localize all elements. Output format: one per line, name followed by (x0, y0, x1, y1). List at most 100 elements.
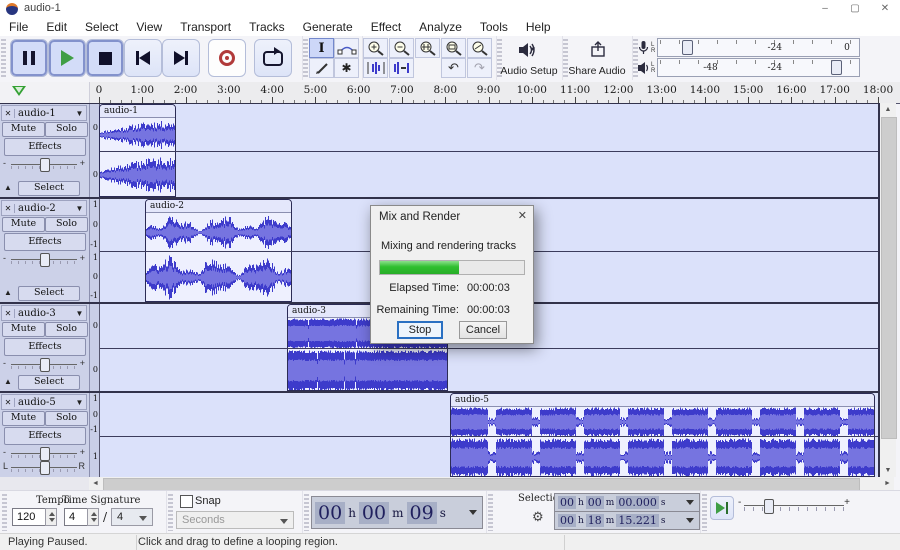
play-at-speed-button[interactable] (710, 496, 734, 520)
solo-button[interactable]: Solo (45, 411, 88, 426)
mute-button[interactable]: Mute (2, 322, 45, 337)
playback-volume-slider[interactable] (831, 60, 842, 75)
track-name-label[interactable]: audio-1 (15, 108, 73, 119)
gain-slider[interactable]: - + (3, 358, 85, 371)
time-digit-group[interactable]: 09 (407, 502, 437, 524)
track-audio-1[interactable]: ✕ audio-1 ▼ Mute Solo Effects - + ▲ Sele… (0, 104, 878, 197)
timesig-upper-input[interactable]: 4 (64, 508, 88, 526)
playback-meter-bar[interactable]: -48 -24 (657, 58, 860, 77)
effects-button[interactable]: Effects (4, 138, 86, 156)
track-menu-icon[interactable]: ▼ (73, 309, 86, 318)
track-name-label[interactable]: audio-2 (15, 203, 73, 214)
effects-button[interactable]: Effects (4, 233, 86, 251)
time-format-caret-icon[interactable] (469, 510, 477, 515)
vertical-scroll-thumb[interactable] (881, 117, 897, 439)
share-audio-section[interactable]: Share Audio (562, 36, 633, 80)
loop-button[interactable] (254, 39, 292, 77)
track-menu-icon[interactable]: ▼ (73, 204, 86, 213)
skip-to-start-button[interactable] (124, 39, 162, 77)
dialog-close-icon[interactable]: ✕ (518, 209, 527, 222)
effects-button[interactable]: Effects (4, 427, 86, 445)
menu-item-tools[interactable]: Tools (471, 19, 517, 36)
tempo-input[interactable]: 120 (12, 508, 46, 526)
pan-slider-thumb[interactable] (40, 461, 50, 475)
scroll-right-icon[interactable]: ► (881, 477, 894, 490)
collapse-track-icon[interactable]: ▲ (2, 181, 14, 195)
track-select-button[interactable]: Select (18, 181, 80, 196)
gain-slider-thumb[interactable] (40, 253, 50, 267)
playback-meter[interactable]: LR -48 -24 (638, 58, 860, 77)
time-digit-group[interactable]: 18 (586, 514, 604, 527)
cancel-button-dialog[interactable]: Cancel (459, 321, 507, 339)
menu-item-tracks[interactable]: Tracks (240, 19, 294, 36)
timeline-ruler-scale[interactable]: 01:002:003:004:005:006:007:008:009:0010:… (0, 82, 900, 103)
record-button[interactable] (208, 39, 246, 77)
mute-button[interactable]: Mute (2, 217, 45, 232)
multi-tool-button[interactable]: ✱ (334, 58, 359, 78)
recording-meter-bar[interactable]: -24 0 (657, 38, 860, 57)
menu-item-help[interactable]: Help (517, 19, 560, 36)
vertical-scrollbar[interactable]: ▲ ▼ (880, 103, 896, 477)
mute-button[interactable]: Mute (2, 122, 45, 137)
envelope-tool-button[interactable] (334, 38, 359, 58)
solo-button[interactable]: Solo (45, 122, 88, 137)
collapse-track-icon[interactable]: ▲ (2, 375, 14, 389)
time-digit-group[interactable]: 00 (359, 502, 389, 524)
speed-slider-thumb[interactable] (764, 499, 774, 514)
time-digit-group[interactable]: 00 (558, 496, 576, 509)
draw-tool-button[interactable] (309, 58, 334, 78)
track-name-label[interactable]: audio-3 (15, 308, 73, 319)
audio-position-display[interactable]: 00h00m09s (311, 496, 483, 529)
time-digit-group[interactable]: 00 (558, 514, 576, 527)
clip-title[interactable]: audio-5 (451, 394, 874, 407)
selection-start-display[interactable]: 00h00m00.000s (554, 493, 700, 512)
menu-item-file[interactable]: File (0, 19, 37, 36)
time-digit-group[interactable]: m (392, 506, 403, 520)
skip-to-end-button[interactable] (162, 39, 200, 77)
tempo-spinner[interactable] (45, 508, 57, 526)
zoom-toggle-button[interactable] (467, 38, 492, 58)
time-digit-group[interactable]: h (578, 498, 584, 508)
fit-selection-button[interactable] (415, 38, 440, 58)
timesig-lower-select[interactable]: 4 (111, 508, 153, 526)
menu-item-analyze[interactable]: Analyze (410, 19, 471, 36)
track-close-icon[interactable]: ✕ (2, 309, 15, 318)
stop-button-dialog[interactable]: Stop (397, 321, 443, 339)
time-digit-group[interactable]: 00.000 (616, 496, 659, 509)
track-select-button[interactable]: Select (18, 375, 80, 390)
vertical-scale-ruler[interactable]: 10-11 (90, 393, 100, 477)
snap-mode-select[interactable]: Seconds (176, 511, 294, 529)
selection-tool-button[interactable]: I (309, 38, 334, 58)
vertical-scale-ruler[interactable]: 00 (90, 304, 100, 391)
gain-slider-thumb[interactable] (40, 447, 50, 461)
silence-audio-button[interactable] (389, 58, 414, 78)
menu-item-effect[interactable]: Effect (362, 19, 410, 36)
time-format-caret-icon[interactable] (686, 500, 694, 505)
audio-setup-section[interactable]: Audio Setup (496, 36, 563, 80)
clip-title[interactable]: audio-1 (100, 105, 175, 118)
menu-item-generate[interactable]: Generate (294, 19, 362, 36)
scroll-left-icon[interactable]: ◄ (89, 477, 102, 490)
timeline-ruler[interactable]: 01:002:003:004:005:006:007:008:009:0010:… (0, 82, 900, 104)
gain-slider[interactable]: - + (3, 447, 85, 460)
play-button[interactable] (48, 39, 86, 77)
gain-slider[interactable]: - + (3, 253, 85, 266)
track-close-icon[interactable]: ✕ (2, 109, 15, 118)
track-audio-5[interactable]: ✕ audio-5 ▼ Mute Solo Effects - + L R 10… (0, 393, 878, 477)
menu-item-transport[interactable]: Transport (171, 19, 240, 36)
menu-item-edit[interactable]: Edit (37, 19, 76, 36)
track-lane[interactable]: audio-5 (100, 393, 878, 477)
redo-button[interactable]: ↷ (467, 58, 492, 78)
gain-slider[interactable]: - + (3, 158, 85, 171)
scroll-down-icon[interactable]: ▼ (880, 464, 896, 477)
vertical-scale-ruler[interactable]: 10-110-1 (90, 199, 100, 302)
time-digit-group[interactable]: m (606, 516, 615, 526)
solo-button[interactable]: Solo (45, 322, 88, 337)
stop-button[interactable] (86, 39, 124, 77)
zoom-out-button[interactable] (389, 38, 414, 58)
track-menu-icon[interactable]: ▼ (73, 109, 86, 118)
horizontal-scrollbar[interactable]: ◄ ► (89, 477, 894, 490)
minimize-button[interactable]: – (810, 0, 840, 18)
track-close-icon[interactable]: ✕ (2, 398, 15, 407)
track-name-label[interactable]: audio-5 (15, 397, 73, 408)
